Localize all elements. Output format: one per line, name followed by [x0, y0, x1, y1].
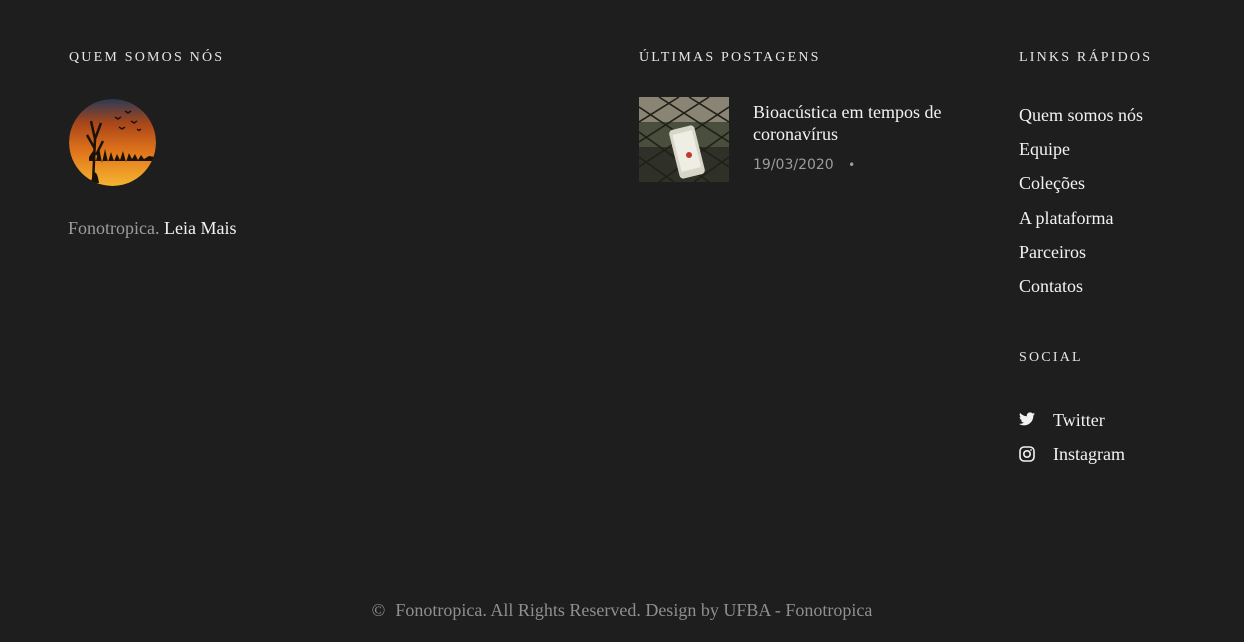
quick-link-colecoes[interactable]: Coleções [1019, 171, 1143, 205]
recent-posts-heading: ÚLTIMAS POSTAGENS [639, 50, 821, 65]
post-date: 19/03/2020 [753, 157, 834, 173]
social-list: Twitter Instagram [1019, 403, 1125, 471]
social-label-instagram: Instagram [1053, 444, 1125, 464]
post-title-link[interactable]: Bioacústica em tempos de coronavírus [753, 101, 953, 145]
quick-link-parceiros[interactable]: Parceiros [1019, 240, 1143, 274]
quick-link-quem-somos[interactable]: Quem somos nós [1019, 103, 1143, 137]
quick-link-plataforma[interactable]: A plataforma [1019, 206, 1143, 240]
about-text: Fonotropica. Leia Mais [68, 218, 236, 239]
quick-links-list: Quem somos nós Equipe Coleções A platafo… [1019, 103, 1143, 308]
copyright-symbol: © [371, 600, 386, 620]
about-heading: QUEM SOMOS NÓS [69, 50, 225, 65]
social-link-twitter[interactable]: Twitter [1019, 403, 1125, 437]
read-more-link[interactable]: Leia Mais [164, 218, 236, 238]
post-meta: 19/03/2020 • [753, 157, 855, 173]
post-meta-separator: • [848, 158, 856, 172]
quick-link-contatos[interactable]: Contatos [1019, 274, 1143, 308]
quick-links-heading: LINKS RÁPIDOS [1019, 50, 1153, 65]
site-footer: QUEM SOMOS NÓS Fonotropica. Leia Mais ÚL… [0, 0, 1244, 642]
copyright-bar: © Fonotropica. All Rights Reserved. Desig… [0, 600, 1244, 621]
twitter-icon [1019, 412, 1035, 428]
fonotropica-logo-icon [69, 99, 156, 186]
social-heading: SOCIAL [1019, 350, 1083, 365]
social-label-twitter: Twitter [1053, 410, 1105, 430]
social-link-instagram[interactable]: Instagram [1019, 437, 1125, 471]
post-thumbnail[interactable] [639, 97, 729, 182]
quick-link-equipe[interactable]: Equipe [1019, 137, 1143, 171]
copyright-text: Fonotropica. All Rights Reserved. Design… [395, 600, 873, 620]
instagram-icon [1019, 446, 1035, 462]
about-description: Fonotropica. [68, 218, 160, 238]
